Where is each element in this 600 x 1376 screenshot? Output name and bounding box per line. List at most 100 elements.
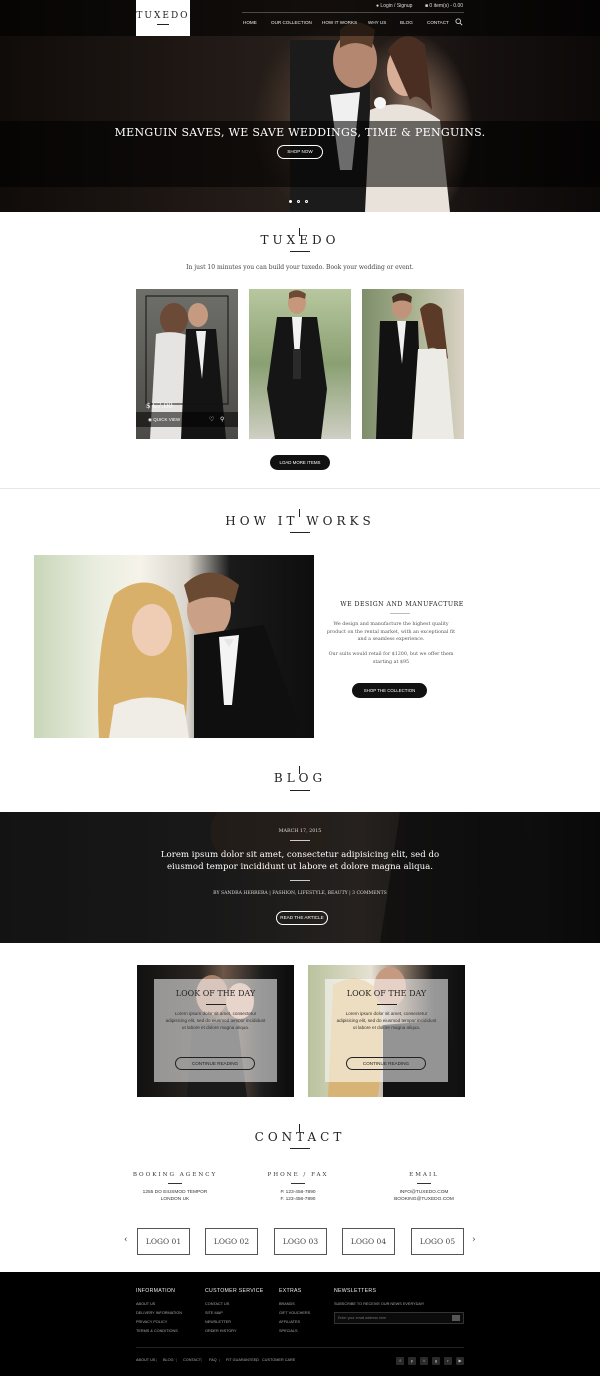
- look-card[interactable]: LOOK OF THE DAY Lorem ipsum dolor sit am…: [137, 965, 294, 1097]
- nav-collection[interactable]: OUR COLLECTION: [271, 20, 312, 25]
- cart-icon: ■: [425, 3, 429, 9]
- search-icon[interactable]: [455, 18, 463, 26]
- how-heading-rule: [390, 613, 410, 614]
- title-underline: [290, 251, 310, 252]
- slide-dot-active[interactable]: [289, 200, 292, 203]
- rss-icon[interactable]: r: [444, 1357, 452, 1365]
- partner-logo[interactable]: LOGO 05: [411, 1228, 464, 1255]
- newsletter-text: SUBSCRIBE TO RECEIVE OUR NEWS EVERYDAY!: [334, 1302, 425, 1306]
- product-image: [267, 290, 327, 439]
- nav-how-it-works[interactable]: HOW IT WORKS: [322, 20, 357, 25]
- booking-heading: BOOKING AGENCY: [132, 1172, 218, 1178]
- eye-icon: ◉: [148, 417, 152, 422]
- footer-customer-heading: CUSTOMER SERVICE: [205, 1288, 264, 1294]
- shop-now-button[interactable]: SHOP NOW: [277, 145, 323, 159]
- separator: |: [219, 1358, 220, 1362]
- slide-dot[interactable]: [297, 200, 300, 203]
- footer-information-heading: INFORMATION: [136, 1288, 176, 1294]
- phone-heading: PHONE / FAX: [267, 1172, 329, 1178]
- footer-link[interactable]: ABOUT US: [136, 1302, 155, 1306]
- continue-reading-button[interactable]: CONTINUE READING: [175, 1057, 255, 1070]
- how-paragraph-2: Our suits would retail for $1200, but we…: [328, 652, 454, 665]
- how-heading: WE DESIGN AND MANUFACTURE: [340, 601, 464, 608]
- footer-bottom-link[interactable]: CUSTOMER CARE: [262, 1358, 295, 1362]
- footer-link[interactable]: BRANDS: [279, 1302, 295, 1306]
- site-logo[interactable]: TUXEDO: [136, 0, 190, 36]
- load-more-button[interactable]: LOAD MORE ITEMS: [270, 455, 330, 470]
- cart-link[interactable]: ■ 0 item(s) - 0.00: [425, 3, 463, 9]
- partner-logo[interactable]: LOGO 04: [342, 1228, 395, 1255]
- footer-link[interactable]: GIFT VOUCHERS: [279, 1311, 310, 1315]
- footer-link[interactable]: SPECIALS: [279, 1329, 298, 1333]
- youtube-icon[interactable]: ▶: [456, 1357, 464, 1365]
- blog-date: MARCH 17, 2015: [278, 829, 322, 834]
- footer-bottom-link[interactable]: FAQ: [209, 1358, 217, 1362]
- fax-line: F. 123-456-7890: [280, 1197, 316, 1202]
- footer-extras-heading: EXTRAS: [279, 1288, 302, 1294]
- product-card[interactable]: [362, 289, 464, 439]
- footer-link[interactable]: DELIVERY INFORMATION: [136, 1311, 182, 1315]
- look-copy: Lorem ipsum dolor sit amet, consectetur …: [165, 1011, 266, 1030]
- contact-booking: BOOKING AGENCY 1255 DO EIUSMOD TEMPOR LO…: [115, 1172, 235, 1203]
- footer-link[interactable]: ORDER HISTORY: [205, 1329, 237, 1333]
- footer: INFORMATION ABOUT US DELIVERY INFORMATIO…: [0, 1272, 600, 1376]
- separator: |: [201, 1358, 202, 1362]
- facebook-icon[interactable]: f: [396, 1357, 404, 1365]
- footer-link[interactable]: AFFILIATES: [279, 1320, 300, 1324]
- title-rule: [299, 509, 300, 517]
- nav-contact[interactable]: CONTACT: [427, 20, 449, 25]
- booking-line-1: 1255 DO EIUSMOD TEMPOR: [142, 1190, 208, 1195]
- chevron-right-icon[interactable]: ›: [472, 1235, 476, 1245]
- phone-line: P. 123-456-7890: [280, 1190, 316, 1195]
- email-info-link[interactable]: INFO@TUXEDO.COM: [364, 1189, 484, 1196]
- partner-logo[interactable]: LOGO 01: [137, 1228, 190, 1255]
- partner-logo[interactable]: LOGO 03: [274, 1228, 327, 1255]
- send-icon[interactable]: [452, 1315, 460, 1321]
- look-title-rule: [377, 1004, 397, 1005]
- chevron-left-icon[interactable]: ‹: [124, 1235, 128, 1245]
- email-booking-link[interactable]: BOOKING@TUXEDO.COM: [364, 1196, 484, 1203]
- footer-bottom-link[interactable]: FIT GUARANTEED: [226, 1358, 259, 1362]
- look-card[interactable]: LOOK OF THE DAY Lorem ipsum dolor sit am…: [308, 965, 465, 1097]
- nav-why-us[interactable]: WHY US: [368, 20, 386, 25]
- product-card[interactable]: $ 67.00 ◉ QUICK VIEW ♡ ⚲: [136, 289, 238, 439]
- nav-home[interactable]: HOME: [243, 20, 257, 25]
- footer-link[interactable]: PRIVACY POLICY: [136, 1320, 167, 1324]
- continue-reading-button[interactable]: CONTINUE READING: [346, 1057, 426, 1070]
- newsletter-email-input[interactable]: [338, 1314, 446, 1322]
- nav-blog[interactable]: BLOG: [400, 20, 413, 25]
- title-rule: [299, 1124, 300, 1132]
- blog-headline-rule: [290, 880, 310, 881]
- title-underline: [290, 532, 310, 533]
- tuxedo-lead: In just 10 minutes you can build your tu…: [186, 264, 414, 271]
- footer-bottom-link[interactable]: BLOG: [163, 1358, 174, 1362]
- separator: |: [256, 1358, 257, 1362]
- slide-dot[interactable]: [305, 200, 308, 203]
- blog-headline[interactable]: Lorem ipsum dolor sit amet, consectetur …: [150, 849, 450, 873]
- contact-title: CONTACT: [254, 1130, 346, 1144]
- footer-bottom-link[interactable]: ABOUT US: [136, 1358, 155, 1362]
- pinterest-icon[interactable]: p: [408, 1357, 416, 1365]
- read-article-button[interactable]: READ THE ARTICLE: [276, 911, 328, 925]
- login-link[interactable]: ● Login / Signup: [376, 3, 412, 9]
- how-it-works-title: HOW IT WORKS: [225, 514, 375, 528]
- look-title-rule: [206, 1004, 226, 1005]
- separator: |: [176, 1358, 177, 1362]
- footer-link[interactable]: TERMS & CONDITIONS: [136, 1329, 178, 1333]
- look-overlay: LOOK OF THE DAY Lorem ipsum dolor sit am…: [154, 979, 277, 1082]
- google-plus-icon[interactable]: g: [432, 1357, 440, 1365]
- twitter-icon[interactable]: t: [420, 1357, 428, 1365]
- product-card[interactable]: [249, 289, 351, 439]
- partner-logo[interactable]: LOGO 02: [205, 1228, 258, 1255]
- product-image: [376, 293, 454, 439]
- footer-link[interactable]: CONTACT US: [205, 1302, 229, 1306]
- zoom-icon[interactable]: ⚲: [220, 416, 224, 423]
- quick-view-button[interactable]: ◉ QUICK VIEW: [148, 417, 180, 423]
- shop-collection-button[interactable]: SHOP THE COLLECTION: [352, 683, 427, 698]
- footer-link[interactable]: SITE MAP: [205, 1311, 223, 1315]
- contact-phone: PHONE / FAX P. 123-456-7890 F. 123-456-7…: [238, 1172, 358, 1203]
- heart-icon[interactable]: ♡: [209, 416, 214, 423]
- footer-bottom-link[interactable]: CONTACT: [183, 1358, 201, 1362]
- product-price: $ 67.00: [146, 402, 173, 410]
- footer-link[interactable]: NEWSLETTER: [205, 1320, 231, 1324]
